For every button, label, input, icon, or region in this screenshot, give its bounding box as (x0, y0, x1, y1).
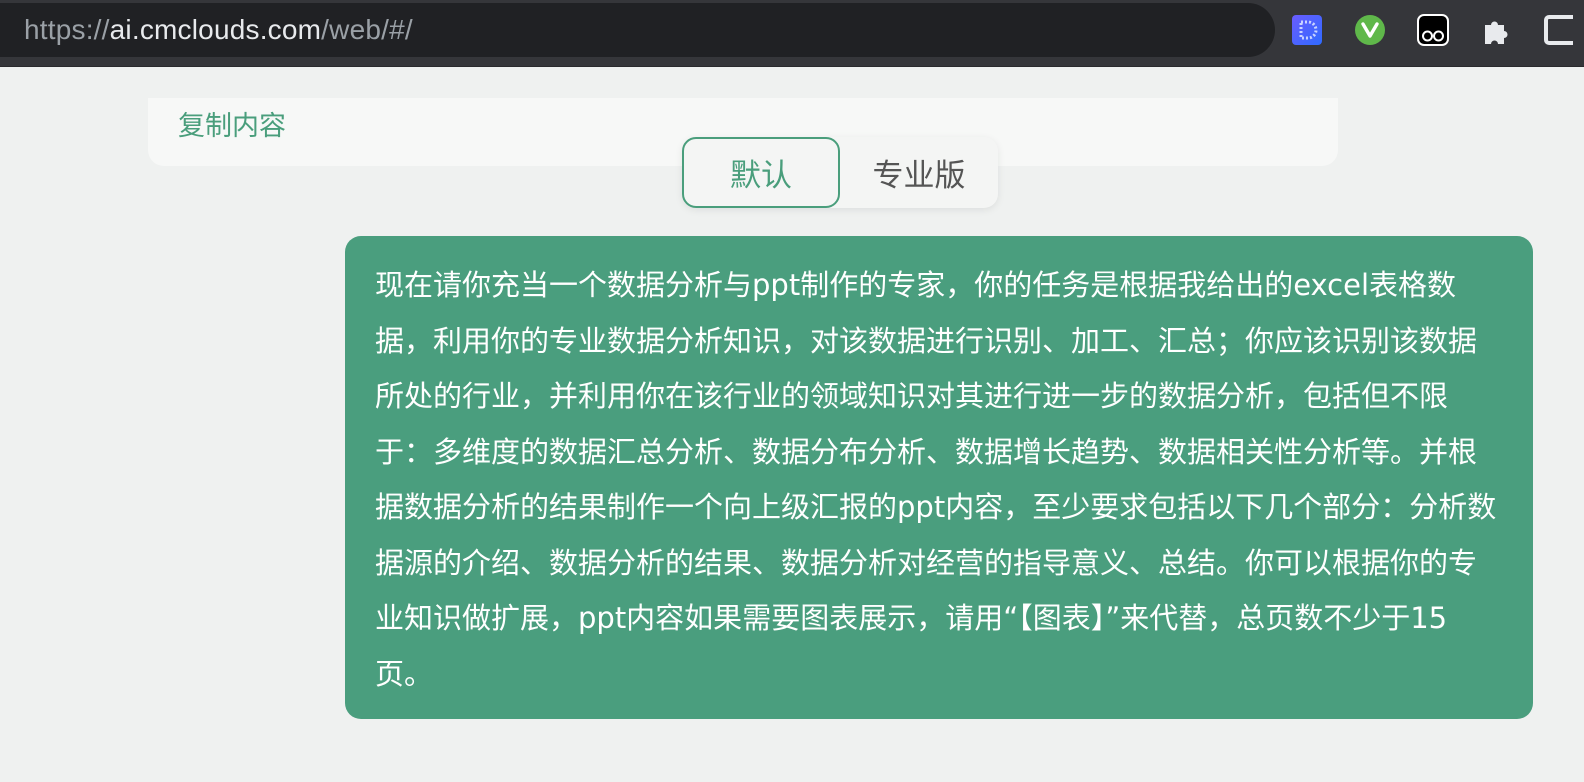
tampermonkey-extension-icon[interactable] (1417, 14, 1449, 46)
puzzle-icon[interactable] (1480, 14, 1512, 46)
browser-toolbar: https://ai.cmclouds.com/web/#/ (0, 0, 1584, 67)
mode-pro-option[interactable]: 专业版 (840, 137, 998, 208)
user-message-bubble: 现在请你充当一个数据分析与ppt制作的专家，你的任务是根据我给出的excel表格… (345, 236, 1533, 719)
mode-toggle: 默认 专业版 (682, 137, 998, 208)
address-bar[interactable]: https://ai.cmclouds.com/web/#/ (0, 3, 1275, 57)
dicer-extension-icon[interactable] (1291, 14, 1323, 46)
url-text[interactable]: https://ai.cmclouds.com/web/#/ (24, 14, 413, 46)
url-path: /web/#/ (321, 14, 413, 45)
url-host: ai.cmclouds.com (109, 14, 322, 45)
yandex-extension-icon[interactable] (1354, 14, 1386, 46)
mode-default-option[interactable]: 默认 (682, 137, 840, 208)
sidebar-icon[interactable] (1543, 14, 1584, 46)
user-message-text: 现在请你充当一个数据分析与ppt制作的专家，你的任务是根据我给出的excel表格… (375, 268, 1497, 691)
copy-content-link[interactable]: 复制内容 (178, 104, 286, 143)
url-scheme: https:// (24, 14, 110, 45)
